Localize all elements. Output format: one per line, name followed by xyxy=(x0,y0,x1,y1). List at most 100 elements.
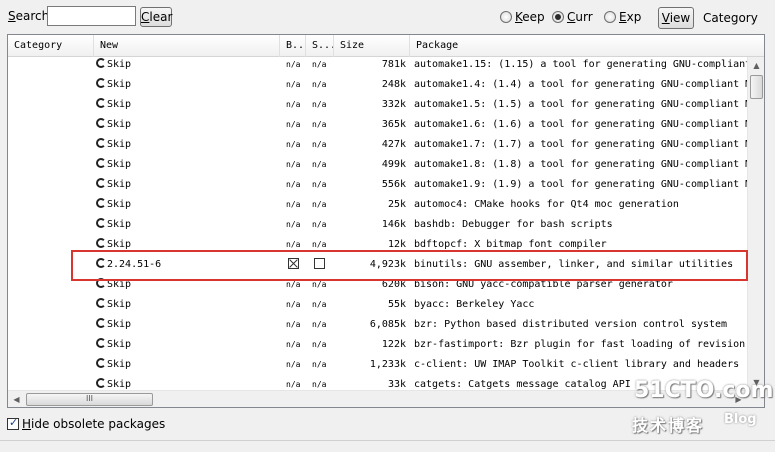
vertical-scrollbar[interactable]: ▲ ▼ xyxy=(747,57,764,391)
new-version-cell[interactable]: Skip xyxy=(96,215,282,235)
checkbox-unchecked-icon[interactable] xyxy=(314,258,325,269)
new-version-cell[interactable]: Skip xyxy=(96,235,282,255)
package-cell: automake1.4: (1.4) a tool for generating… xyxy=(414,79,752,90)
size-cell: 1,233k xyxy=(369,359,406,370)
table-row[interactable]: Skip n/a n/a 781k automake1.15: (1.15) a too… xyxy=(8,57,764,75)
new-version-cell[interactable]: Skip xyxy=(96,295,282,315)
new-version-cell[interactable]: Skip xyxy=(96,135,282,155)
size-cell: 33k xyxy=(387,379,406,390)
column-header-size[interactable]: Size xyxy=(334,35,410,57)
table-row[interactable]: Skip n/a n/a 122k bzr-fastimport: Bzr plugin… xyxy=(8,335,764,355)
curr-radio[interactable] xyxy=(552,11,564,23)
new-version-cell[interactable]: Skip xyxy=(96,95,282,115)
vertical-scroll-thumb[interactable] xyxy=(750,75,763,99)
table-row[interactable]: Skip n/a n/a 146k bashdb: Debugger for bash … xyxy=(8,215,764,235)
watermark-sub: 技术博客 xyxy=(632,416,705,435)
new-version-cell[interactable]: Skip xyxy=(96,275,282,295)
bin-cell: n/a xyxy=(286,100,301,109)
checkbox-checked-icon[interactable] xyxy=(7,416,19,430)
src-cell: n/a xyxy=(312,200,327,209)
cycle-icon[interactable] xyxy=(96,78,106,88)
cycle-icon[interactable] xyxy=(96,58,106,68)
new-version-cell[interactable]: Skip xyxy=(96,115,282,135)
cycle-icon[interactable] xyxy=(96,138,106,148)
table-row[interactable]: Skip n/a n/a 620k bison: GNU yacc-compatible… xyxy=(8,275,764,295)
package-cell: c-client: UW IMAP Toolkit c-client libra… xyxy=(414,359,740,370)
bin-cell: n/a xyxy=(286,320,301,329)
column-header-new[interactable]: New xyxy=(94,35,280,57)
cycle-icon[interactable] xyxy=(96,278,106,288)
clear-button[interactable]: Clear xyxy=(140,7,172,27)
cycle-icon[interactable] xyxy=(96,358,106,368)
scroll-up-icon[interactable]: ▲ xyxy=(748,57,764,74)
table-row[interactable]: 2.24.51-6 4,923k binutils: GNU assember, l… xyxy=(8,255,764,275)
table-row[interactable]: Skip n/a n/a 499k automake1.8: (1.8) a tool … xyxy=(8,155,764,175)
new-version-cell[interactable]: Skip xyxy=(96,75,282,95)
new-version-cell[interactable]: Skip xyxy=(96,155,282,175)
search-input[interactable] xyxy=(47,6,136,26)
new-version-cell[interactable]: Skip xyxy=(96,57,282,75)
table-row[interactable]: Skip n/a n/a 6,085k bzr: Python based distri… xyxy=(8,315,764,335)
src-cell: n/a xyxy=(312,100,327,109)
column-header-category[interactable]: Category xyxy=(8,35,94,57)
cycle-icon[interactable] xyxy=(96,218,106,228)
table-row[interactable]: Skip n/a n/a 12k bdftopcf: X bitmap font com… xyxy=(8,235,764,255)
watermark-blog: Blog xyxy=(724,412,757,427)
checkbox-checked-icon[interactable] xyxy=(288,258,299,269)
table-row[interactable]: Skip n/a n/a 332k automake1.5: (1.5) a tool … xyxy=(8,95,764,115)
new-version-cell[interactable]: 2.24.51-6 xyxy=(96,255,282,275)
new-version-text: Skip xyxy=(107,119,132,130)
exp-radio[interactable] xyxy=(604,11,616,23)
watermark-logo: 51CTO.com 技术博客 Blog xyxy=(628,378,773,438)
size-cell: 427k xyxy=(381,139,406,150)
size-cell: 122k xyxy=(381,339,406,350)
table-row[interactable]: Skip n/a n/a 365k automake1.6: (1.6) a tool … xyxy=(8,115,764,135)
size-cell: 248k xyxy=(381,79,406,90)
cycle-icon[interactable] xyxy=(96,158,106,168)
column-header-bin[interactable]: B... xyxy=(280,35,306,57)
horizontal-scroll-thumb[interactable]: III xyxy=(26,393,153,406)
cycle-icon[interactable] xyxy=(96,378,106,388)
bin-cell: n/a xyxy=(286,80,301,89)
src-cell[interactable] xyxy=(310,255,336,275)
table-row[interactable]: Skip n/a n/a 248k automake1.4: (1.4) a tool … xyxy=(8,75,764,95)
table-row[interactable]: Skip n/a n/a 55k byacc: Berkeley Yacc xyxy=(8,295,764,315)
cycle-icon[interactable] xyxy=(96,238,106,248)
view-button[interactable]: View xyxy=(658,7,694,29)
keep-radio[interactable] xyxy=(500,11,512,23)
table-row[interactable]: Skip n/a n/a 427k automake1.7: (1.7) a tool … xyxy=(8,135,764,155)
cycle-icon[interactable] xyxy=(96,298,106,308)
src-cell: n/a xyxy=(312,120,327,129)
size-cell: 4,923k xyxy=(369,259,406,270)
new-version-cell[interactable]: Skip xyxy=(96,175,282,195)
new-version-text: Skip xyxy=(107,299,132,310)
column-header-package[interactable]: Package xyxy=(410,35,764,57)
table-row[interactable]: Skip n/a n/a 556k automake1.9: (1.9) a tool … xyxy=(8,175,764,195)
size-cell: 499k xyxy=(381,159,406,170)
package-cell: automake1.7: (1.7) a tool for generating… xyxy=(414,139,752,150)
cycle-icon[interactable] xyxy=(96,318,106,328)
cycle-icon[interactable] xyxy=(96,98,106,108)
bin-cell[interactable] xyxy=(284,255,308,275)
new-version-cell[interactable]: Skip xyxy=(96,375,282,391)
bin-cell: n/a xyxy=(286,220,301,229)
bin-cell: n/a xyxy=(286,300,301,309)
new-version-cell[interactable]: Skip xyxy=(96,335,282,355)
column-header-src[interactable]: S... xyxy=(306,35,334,57)
size-cell: 55k xyxy=(387,299,406,310)
scroll-left-icon[interactable]: ◀ xyxy=(8,391,25,407)
cycle-icon[interactable] xyxy=(96,258,106,268)
cycle-icon[interactable] xyxy=(96,178,106,188)
new-version-cell[interactable]: Skip xyxy=(96,195,282,215)
hide-obsolete-checkbox[interactable]: Hide obsolete packages xyxy=(7,416,165,431)
cycle-icon[interactable] xyxy=(96,338,106,348)
table-row[interactable]: Skip n/a n/a 1,233k c-client: UW IMAP Toolki… xyxy=(8,355,764,375)
new-version-text: Skip xyxy=(107,159,132,170)
new-version-cell[interactable]: Skip xyxy=(96,355,282,375)
new-version-cell[interactable]: Skip xyxy=(96,315,282,335)
cycle-icon[interactable] xyxy=(96,198,106,208)
table-row[interactable]: Skip n/a n/a 25k automoc4: CMake hooks for Q… xyxy=(8,195,764,215)
package-grid: Category New B... S... Size Package Skip… xyxy=(7,34,765,408)
cycle-icon[interactable] xyxy=(96,118,106,128)
view-mode-label: Category xyxy=(703,11,758,25)
